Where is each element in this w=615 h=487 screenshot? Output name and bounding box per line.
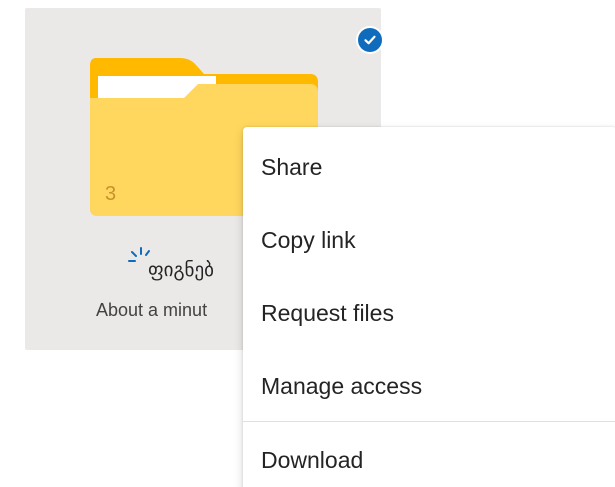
menu-item-copy-link[interactable]: Copy link: [243, 210, 615, 270]
menu-item-manage-access[interactable]: Manage access: [243, 356, 615, 416]
menu-item-request-files[interactable]: Request files: [243, 283, 615, 343]
menu-divider: [243, 421, 615, 422]
modified-time: About a minut: [96, 300, 208, 320]
menu-item-share[interactable]: Share: [243, 137, 615, 197]
item-count: 3: [105, 183, 117, 205]
file-browser-view: 3 ფიგნებ About a minut Share Copy link R…: [0, 0, 615, 487]
selected-checkmark-icon[interactable]: [356, 26, 384, 54]
menu-item-download[interactable]: Download: [243, 430, 615, 487]
context-menu: Share Copy link Request files Manage acc…: [243, 127, 615, 487]
folder-name[interactable]: ფიგნებ: [148, 259, 214, 281]
